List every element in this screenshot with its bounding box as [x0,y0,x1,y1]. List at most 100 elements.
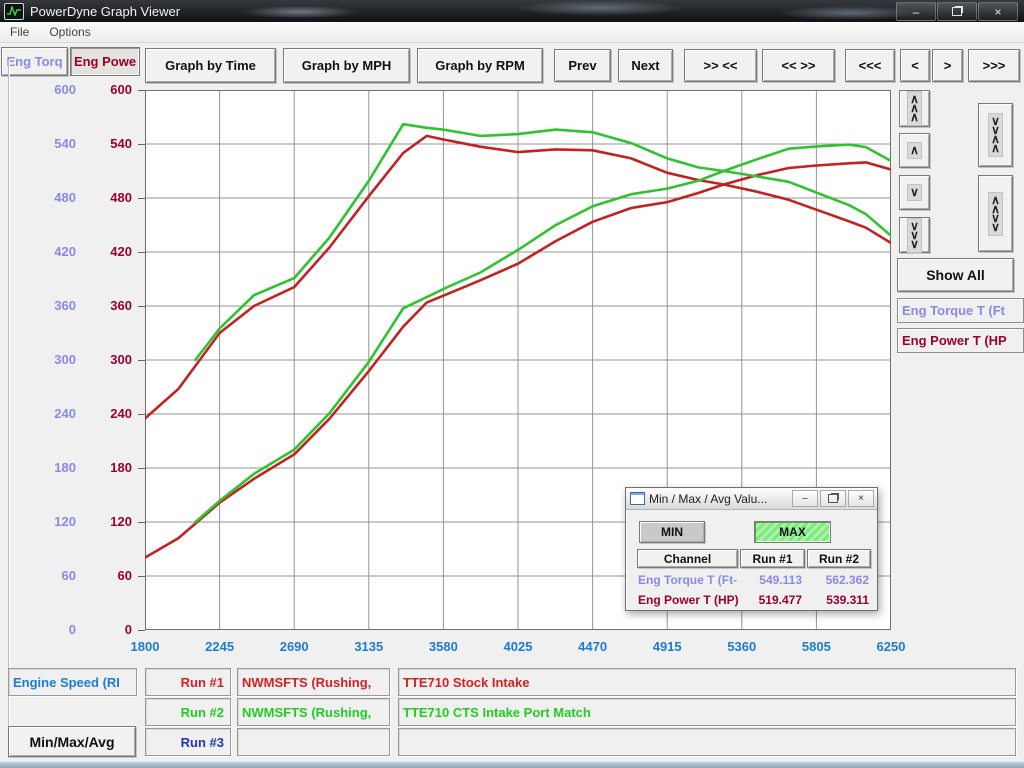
y-axis-tick [138,306,145,307]
down-chevron-icon: ∨ [907,184,922,201]
graph-by-time-button[interactable]: Graph by Time [145,48,276,83]
run1-label[interactable]: Run #1 [145,668,231,696]
y-axis-tick [138,414,145,415]
minmax-torque-run2-value: 562.362 [807,572,869,588]
x-axis-label: 5360 [712,639,772,654]
app-icon [4,3,24,20]
x-axis-label: 4025 [488,639,548,654]
panel-border [8,60,9,758]
y-axis-torque-labels: 060120180240300360420480540600 [28,90,76,630]
minmax-minimize-button[interactable]: – [792,490,818,507]
y-axis-tick [138,630,145,631]
y-axis-label: 480 [84,190,132,206]
minmax-restore-icon [828,494,838,503]
zoom-out-button[interactable]: << >> [762,49,835,82]
y-scroll-up-button[interactable]: ∧ [899,133,930,168]
y-axis-tick [138,576,145,577]
minmax-torque-channel: Eng Torque T (Ft- [638,572,748,588]
minmax-power-run2-value: 539.311 [807,592,869,608]
y-axis-ticks [138,90,145,630]
prev-button[interactable]: Prev [554,49,611,82]
show-all-button[interactable]: Show All [897,258,1014,292]
minimize-button[interactable]: – [896,2,936,21]
x-axis-label: 3135 [339,639,399,654]
menu-file[interactable]: File [0,25,39,39]
close-button[interactable]: × [978,2,1018,21]
x-axis-labels: 1800224526903135358040254470491553605805… [145,639,905,655]
y-axis-label: 420 [28,244,76,260]
y-axis-label: 180 [28,460,76,476]
run1-file-field: NWMSFTS (Rushing, [237,668,390,696]
minmaxavg-button[interactable]: Min/Max/Avg [8,726,136,757]
zoom-in-button[interactable]: >> << [684,49,757,82]
contract-chevrons-icon: ∨∨∧∧ [988,113,1003,157]
menu-options[interactable]: Options [39,25,100,39]
power-channel-button[interactable]: Eng Powe [70,47,140,76]
y-axis-tick [138,468,145,469]
y-axis-label: 120 [84,514,132,530]
power-channel-legend[interactable]: Eng Power T (HP [897,328,1024,353]
run2-label[interactable]: Run #2 [145,698,231,726]
run1-desc-field: TTE710 Stock Intake [398,668,1016,696]
y-axis-label: 240 [84,406,132,422]
y-scroll-down-fast-button[interactable]: ∨∨∨ [899,217,930,253]
title-bar: PowerDyne Graph Viewer – × [0,0,1024,22]
y-axis-label: 60 [28,568,76,584]
y-axis-power-labels: 060120180240300360420480540600 [84,90,132,630]
y-axis-label: 480 [28,190,76,206]
minmax-window-titlebar[interactable]: Min / Max / Avg Valu... – × [626,488,877,510]
triple-up-chevron-icon: ∧∧∧ [907,91,922,126]
torque-channel-legend[interactable]: Eng Torque T (Ft [897,298,1024,323]
x-axis-label: 4915 [637,639,697,654]
channel-column-header[interactable]: Channel [637,549,738,568]
minmax-window-icon [630,492,645,505]
x-axis-label: 5805 [786,639,846,654]
graph-by-mph-button[interactable]: Graph by MPH [283,48,410,83]
x-axis-label: 6250 [861,639,921,654]
y-axis-label: 300 [28,352,76,368]
y-axis-label: 0 [28,622,76,638]
y-axis-label: 60 [84,568,132,584]
y-axis-label: 420 [84,244,132,260]
minmax-restore-button[interactable] [820,490,846,507]
graph-by-rpm-button[interactable]: Graph by RPM [417,48,543,83]
y-scroll-down-button[interactable]: ∨ [899,175,930,210]
x-channel-button[interactable]: Engine Speed (RI [8,668,137,696]
minmax-power-channel: Eng Power T (HP) [638,592,748,608]
minmax-power-run1-value: 519.477 [740,592,802,608]
window-title: PowerDyne Graph Viewer [30,4,180,19]
min-tab-button[interactable]: MIN [639,521,705,543]
y-scroll-up-fast-button[interactable]: ∧∧∧ [899,90,930,127]
minmax-close-button[interactable]: × [848,490,874,507]
y-axis-tick [138,522,145,523]
y-axis-label: 240 [28,406,76,422]
run2-column-header[interactable]: Run #2 [807,549,871,568]
run1-column-header[interactable]: Run #1 [740,549,805,568]
run2-file-field: NWMSFTS (Rushing, [237,698,390,726]
scroll-right-button[interactable]: > [932,49,963,82]
torque-channel-button[interactable]: Eng Torq [1,47,68,76]
minmax-torque-run1-value: 549.113 [740,572,802,588]
x-axis-label: 1800 [115,639,175,654]
restore-button[interactable] [937,2,977,21]
scroll-left-button[interactable]: < [900,49,930,82]
y-range-expand-button[interactable]: ∧∧∨∨ [978,175,1013,252]
minmax-window: Min / Max / Avg Valu... – × MIN MAX Chan… [625,487,878,611]
run3-label[interactable]: Run #3 [145,728,231,756]
triple-down-chevron-icon: ∨∨∨ [907,218,922,253]
y-axis-tick [138,360,145,361]
scroll-far-right-button[interactable]: >>> [968,49,1020,82]
x-axis-label: 2245 [190,639,250,654]
y-axis-label: 120 [28,514,76,530]
y-axis-label: 540 [28,136,76,152]
minmax-window-title: Min / Max / Avg Valu... [649,492,767,506]
x-axis-label: 2690 [264,639,324,654]
y-range-contract-button[interactable]: ∨∨∧∧ [978,103,1013,167]
restore-icon [952,7,962,16]
max-tab-button[interactable]: MAX [754,521,831,543]
next-button[interactable]: Next [618,49,673,82]
scroll-far-left-button[interactable]: <<< [845,49,895,82]
y-axis-label: 0 [84,622,132,638]
x-axis-label: 3580 [413,639,473,654]
y-axis-label: 600 [84,82,132,98]
